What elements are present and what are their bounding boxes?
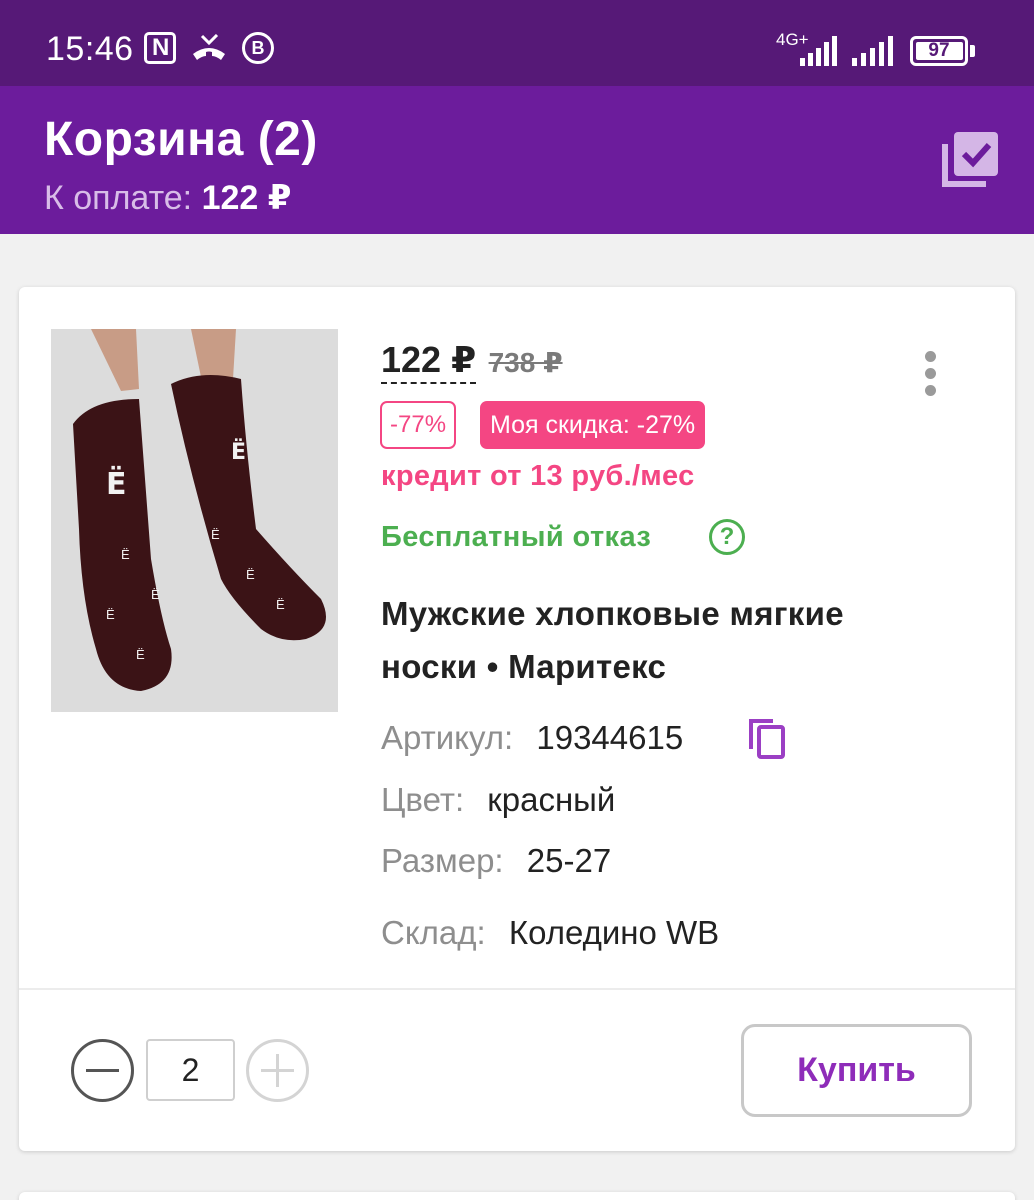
discount-badge: -77%: [380, 401, 457, 449]
article-row: Артикул: 19344615: [381, 719, 683, 757]
total-to-pay: К оплате: 122 ₽: [44, 178, 291, 218]
color-value: красный: [487, 781, 616, 818]
article-value: 19344615: [536, 719, 684, 756]
vk-icon: B: [242, 32, 274, 64]
svg-text:Ё: Ё: [276, 597, 285, 612]
my-discount-badge[interactable]: Моя скидка: -27%: [480, 401, 706, 449]
decrease-quantity-button[interactable]: [71, 1039, 134, 1102]
svg-text:Ё: Ё: [136, 647, 145, 662]
more-options-icon[interactable]: [921, 349, 941, 397]
product-image[interactable]: Ё Ё Ё Ё Ё Ё Ё Ё Ё: [51, 329, 338, 712]
product-name-line1: Мужские хлопковые мягкие: [381, 595, 844, 632]
svg-text:Ё: Ё: [231, 439, 246, 465]
color-row: Цвет: красный: [381, 781, 615, 819]
article-label: Артикул:: [381, 719, 514, 756]
svg-text:Ё: Ё: [211, 527, 220, 542]
card-divider: [19, 988, 1015, 990]
svg-text:Ё: Ё: [106, 466, 127, 502]
help-icon[interactable]: ?: [709, 519, 745, 555]
warehouse-label: Склад:: [381, 914, 486, 951]
svg-text:Ё: Ё: [246, 567, 255, 582]
next-cart-item-card: [19, 1192, 1015, 1200]
total-label: К оплате:: [44, 179, 193, 217]
page-title: Корзина (2): [44, 113, 318, 166]
nfc-icon: [144, 32, 176, 64]
increase-quantity-button[interactable]: [246, 1039, 309, 1102]
warehouse-row: Склад: Коледино WB: [381, 914, 719, 952]
missed-call-icon: [190, 33, 228, 69]
price-old: 738 ₽: [488, 347, 563, 378]
status-time: 15:46: [46, 30, 134, 68]
battery-icon: 97: [910, 36, 968, 66]
my-discount-value: -27%: [636, 411, 696, 439]
svg-text:Ё: Ё: [106, 607, 115, 622]
status-bar: 15:46 B 4G+ 97: [0, 0, 1034, 86]
total-value: 122 ₽: [201, 179, 292, 217]
price-current[interactable]: 122 ₽: [381, 339, 477, 384]
battery-tip: [970, 45, 975, 57]
copy-icon[interactable]: [747, 717, 787, 761]
free-return-label: Бесплатный отказ: [381, 521, 652, 553]
size-row: Размер: 25-27: [381, 842, 611, 880]
price-row: 122 ₽ 738 ₽: [381, 339, 563, 384]
svg-text:Ё: Ё: [151, 587, 160, 602]
select-all-icon[interactable]: [940, 130, 1004, 190]
quantity-field[interactable]: [146, 1039, 235, 1101]
signal-icon-2: [852, 36, 898, 66]
app-header: Корзина (2) К оплате: 122 ₽: [0, 86, 1034, 234]
cart-item-card: Ё Ё Ё Ё Ё Ё Ё Ё Ё 122 ₽ 738 ₽ -77% Моя с…: [19, 287, 1015, 1151]
warehouse-value: Коледино WB: [508, 914, 720, 951]
battery-level: 97: [928, 40, 950, 61]
size-value: 25-27: [526, 842, 612, 879]
product-name-line2: носки • Маритекс: [381, 648, 667, 685]
signal-icon: [800, 36, 842, 66]
credit-offer[interactable]: кредит от 13 руб./мес: [381, 460, 695, 493]
size-label: Размер:: [381, 842, 504, 879]
buy-button[interactable]: Купить: [741, 1024, 972, 1117]
my-discount-label: Моя скидка:: [490, 411, 630, 439]
color-label: Цвет:: [381, 781, 465, 818]
svg-text:Ё: Ё: [121, 547, 130, 562]
product-name[interactable]: Мужские хлопковые мягкие носки • Маритек…: [381, 587, 981, 693]
